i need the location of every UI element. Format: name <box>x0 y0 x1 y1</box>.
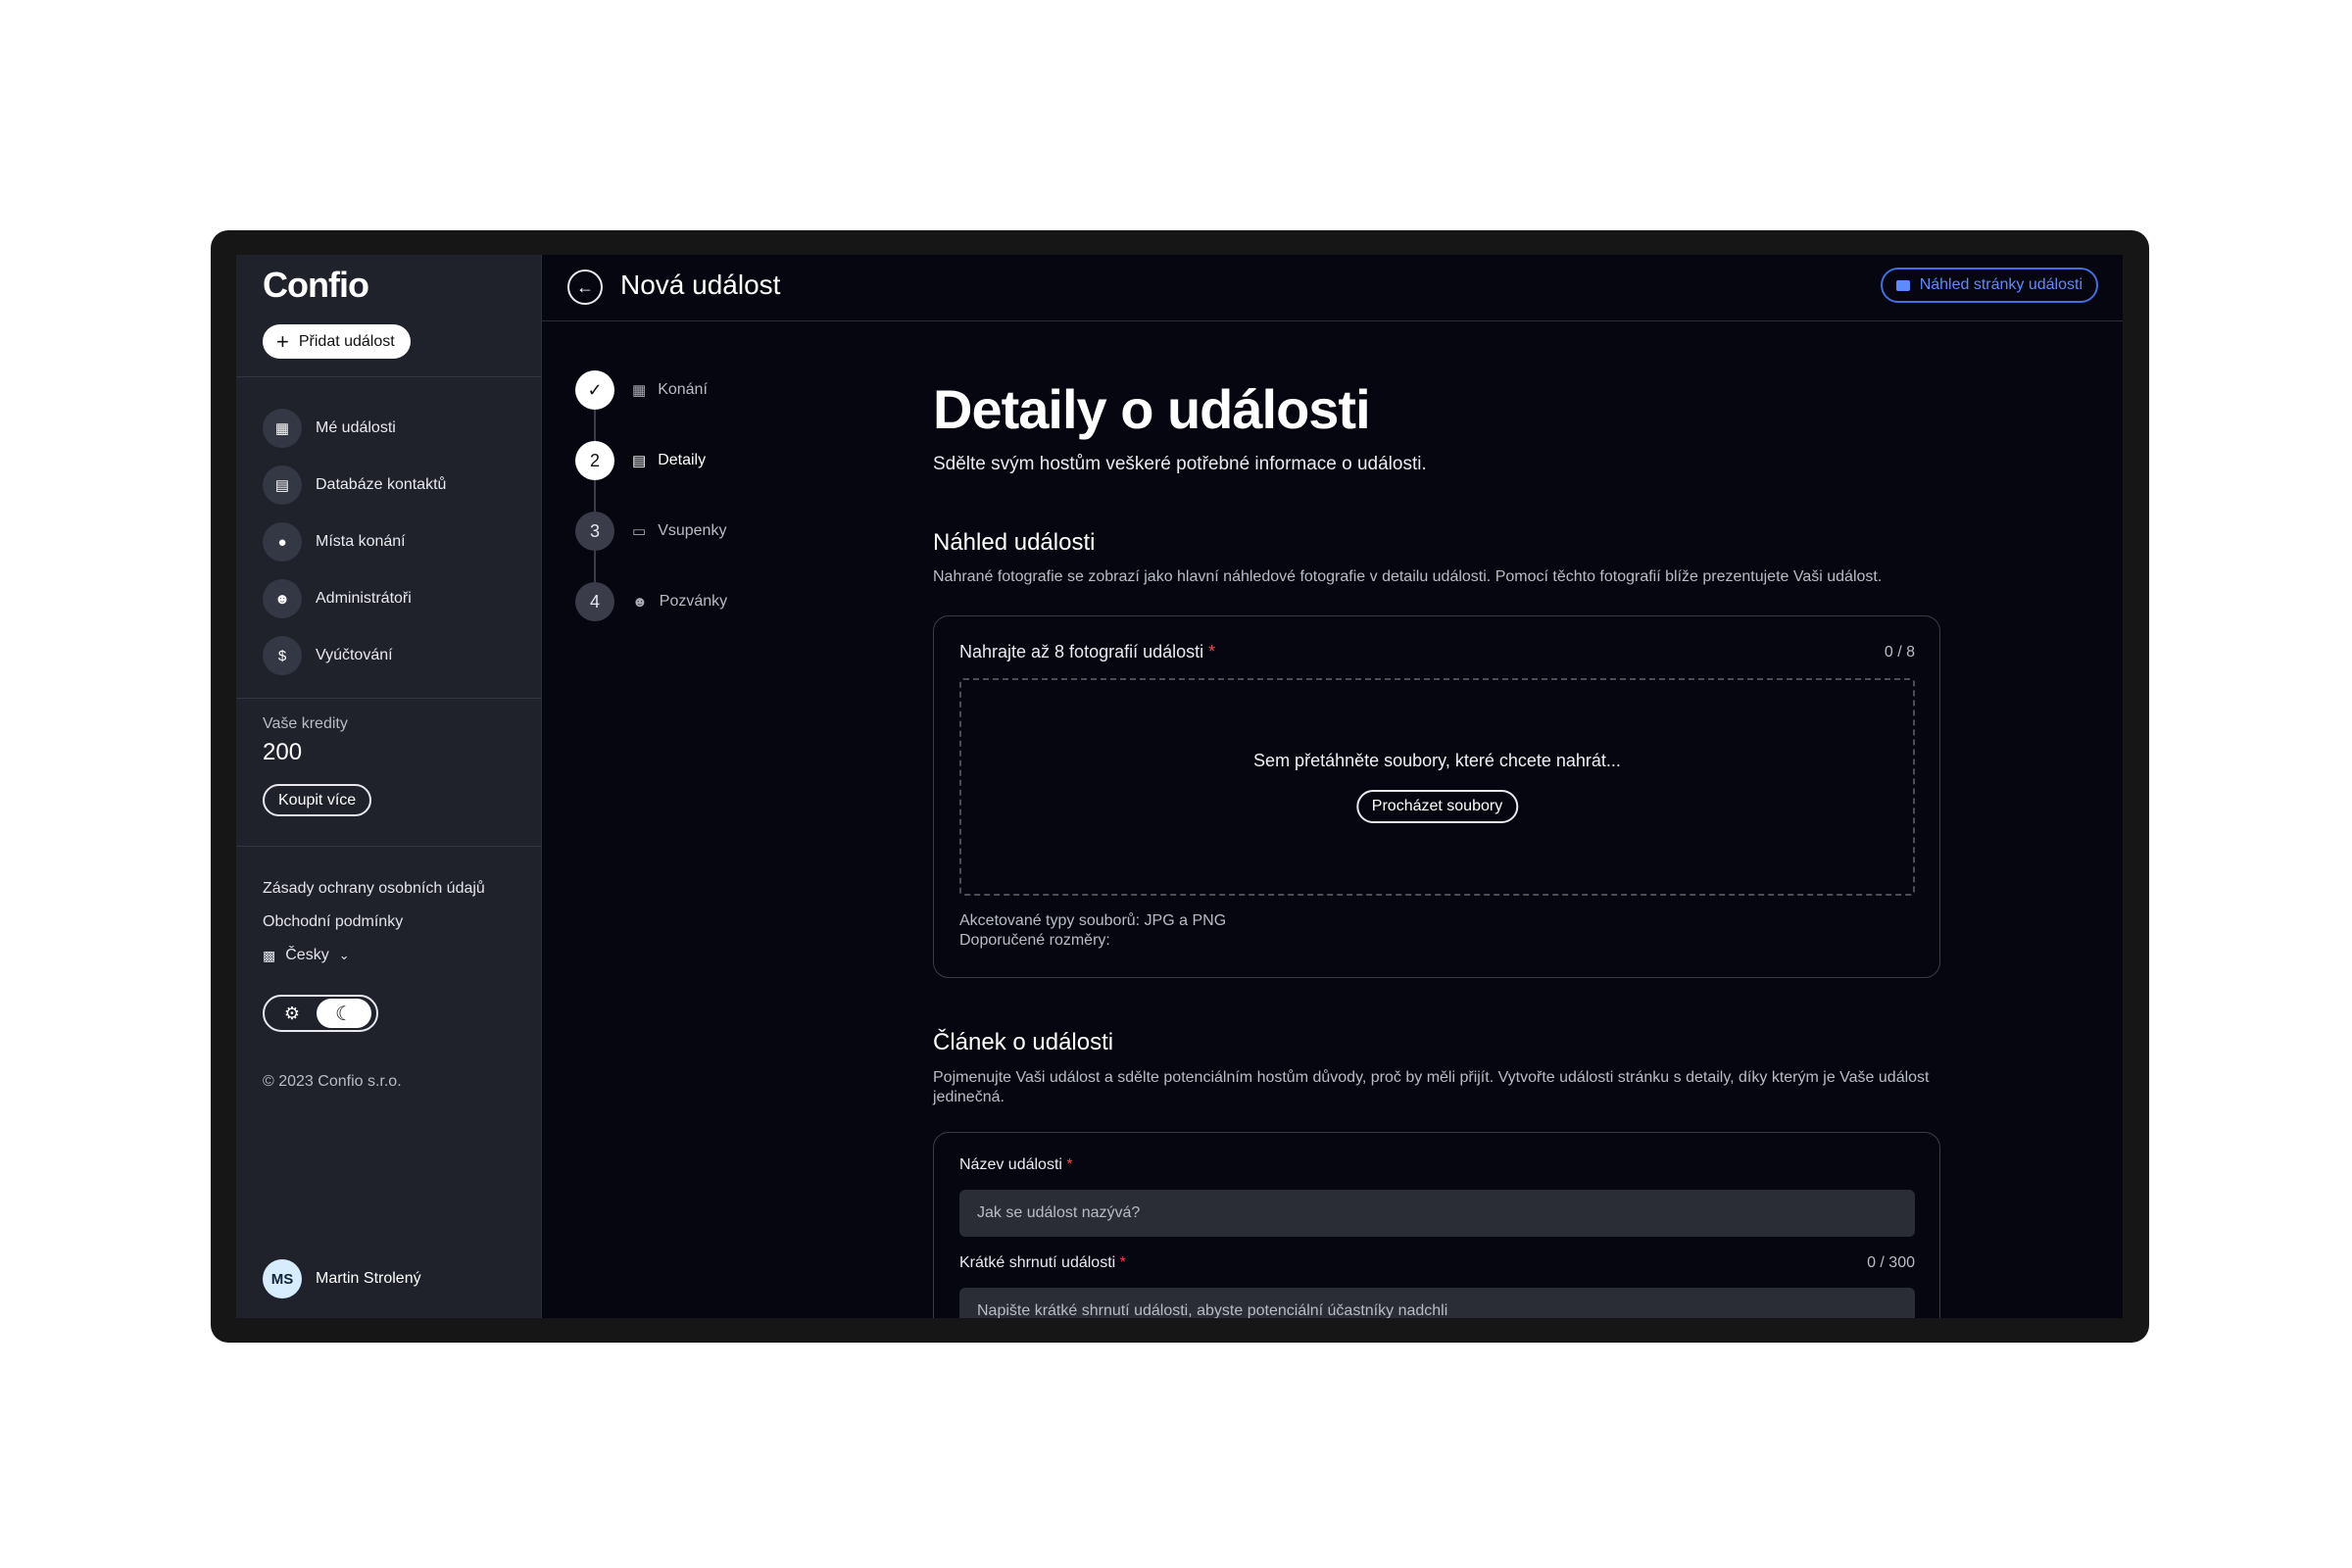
section-heading: Detaily o události <box>933 378 1371 440</box>
moon-icon[interactable]: ☾ <box>317 999 371 1028</box>
theme-toggle[interactable]: ⚙ ☾ <box>263 995 378 1032</box>
ticket-icon: ▭ <box>632 523 647 540</box>
stepper-line <box>594 390 596 602</box>
page-title: Nová událost <box>620 270 781 300</box>
preview-label: Náhled stránky události <box>1919 276 2082 293</box>
summary-counter: 0 / 300 <box>1867 1254 1915 1271</box>
section-lead: Sdělte svým hostům veškeré potřebné info… <box>933 454 1427 474</box>
step-label-text: Konání <box>658 381 708 398</box>
user-name: Martin Strolený <box>316 1270 421 1287</box>
dollar-icon: $ <box>263 636 302 675</box>
avatar: MS <box>263 1259 302 1298</box>
event-name-label: Název události * <box>959 1156 1073 1174</box>
file-dropzone[interactable]: Sem přetáhněte soubory, které chcete nah… <box>959 678 1915 896</box>
credits-value: 200 <box>263 739 303 765</box>
step-label-text: Vsupenky <box>658 522 727 539</box>
app-screen: Confio + Přidat událost ▦ Mé události ▤ … <box>236 255 2123 1318</box>
step-label: ▭ Vsupenky <box>632 522 726 540</box>
step-label-text: Pozvánky <box>659 593 728 610</box>
summary-input[interactable]: Napište krátké shrnutí události, abyste … <box>959 1288 1915 1318</box>
browser-window-icon <box>1895 279 1910 291</box>
sidebar-item-label: Administrátoři <box>316 590 412 607</box>
document-icon: ▤ <box>632 453 647 469</box>
preview-section-title: Náhled události <box>933 529 1096 556</box>
terms-link[interactable]: Obchodní podmínky <box>263 906 485 939</box>
step-venue[interactable]: ✓ ▦ Konání <box>575 355 727 425</box>
stepper: ✓ ▦ Konání 2 ▤ Detaily 3 ▭ Vsupenky 4 ☻ … <box>575 355 727 637</box>
sidebar-links: Zásady ochrany osobních údajů Obchodní p… <box>263 872 485 972</box>
required-mark: * <box>1208 642 1216 662</box>
sidebar: Confio + Přidat událost ▦ Mé události ▤ … <box>236 255 542 1318</box>
contacts-icon: ▤ <box>263 466 302 505</box>
step-tickets[interactable]: 3 ▭ Vsupenky <box>575 496 727 566</box>
main-area: ← Nová událost Náhled stránky události ✓… <box>542 255 2123 1318</box>
upload-counter: 0 / 8 <box>1884 644 1915 661</box>
step-label-text: Detaily <box>658 452 707 468</box>
add-event-label: Přidat událost <box>298 332 395 350</box>
language-selector[interactable]: ▩ Česky ⌄ <box>263 939 485 972</box>
event-name-input[interactable]: Jak se událost nazývá? <box>959 1190 1915 1237</box>
sidebar-nav: ▦ Mé události ▤ Databáze kontaktů ● Míst… <box>263 400 446 684</box>
required-mark: * <box>1119 1254 1126 1271</box>
step-number: 4 <box>575 582 614 621</box>
event-name-label-text: Název události <box>959 1156 1062 1173</box>
article-section-description: Pojmenujte Vaši událost a sdělte potenci… <box>933 1069 1930 1105</box>
copyright: © 2023 Confio s.r.o. <box>263 1073 402 1090</box>
sidebar-divider <box>236 376 541 377</box>
sidebar-item-venues[interactable]: ● Místa konání <box>263 514 446 570</box>
venue-icon: ▦ <box>632 382 647 399</box>
required-mark: * <box>1066 1156 1073 1173</box>
drop-text: Sem přetáhněte soubory, které chcete nah… <box>1253 751 1621 770</box>
step-invitations[interactable]: 4 ☻ Pozvánky <box>575 566 727 637</box>
sidebar-item-label: Místa konání <box>316 533 406 550</box>
step-label: ☻ Pozvánky <box>632 593 727 611</box>
recommended-size: Doporučené rozměry: <box>959 932 1110 949</box>
article-section-title: Článek o události <box>933 1029 1114 1055</box>
check-icon: ✓ <box>575 370 614 410</box>
calendar-icon: ▦ <box>263 409 302 448</box>
step-number: 3 <box>575 512 614 551</box>
summary-label-text: Krátké shrnutí události <box>959 1254 1116 1271</box>
photo-upload-card: Nahrajte až 8 fotografií události * 0 / … <box>933 615 1940 978</box>
top-bar: ← Nová událost Náhled stránky události <box>542 255 2123 321</box>
sidebar-item-label: Vyúčtování <box>316 647 393 663</box>
upload-label-text: Nahrajte až 8 fotografií události <box>959 642 1204 662</box>
buy-more-button[interactable]: Koupit více <box>263 784 372 816</box>
browse-files-button[interactable]: Procházet soubory <box>1355 790 1519 823</box>
summary-label: Krátké shrnutí události * <box>959 1254 1126 1272</box>
page-preview-button[interactable]: Náhled stránky události <box>1880 268 2098 303</box>
sidebar-divider <box>236 698 541 699</box>
credits-label: Vaše kredity <box>263 715 348 732</box>
step-label: ▦ Konání <box>632 381 708 399</box>
sidebar-item-label: Databáze kontaktů <box>316 476 447 493</box>
sidebar-item-my-events[interactable]: ▦ Mé události <box>263 400 446 457</box>
sidebar-item-label: Mé události <box>316 419 396 436</box>
language-label: Česky <box>285 947 329 963</box>
accepted-types: Akcetované typy souborů: JPG a PNG <box>959 912 1227 929</box>
step-label: ▤ Detaily <box>632 452 706 469</box>
preview-section-description: Nahrané fotografie se zobrazí jako hlavn… <box>933 568 1883 585</box>
chevron-down-icon: ⌄ <box>338 948 350 962</box>
back-button[interactable]: ← <box>567 270 603 305</box>
sun-icon[interactable]: ⚙ <box>268 1004 317 1024</box>
upload-label: Nahrajte až 8 fotografií události * <box>959 642 1215 662</box>
sidebar-item-billing[interactable]: $ Vyúčtování <box>263 627 446 684</box>
invite-user-icon: ☻ <box>632 593 648 611</box>
add-event-button[interactable]: + Přidat událost <box>263 324 411 359</box>
article-card: Název události * Jak se událost nazývá? … <box>933 1132 1940 1318</box>
user-profile[interactable]: MS Martin Strolený <box>263 1259 421 1298</box>
flag-icon: ▩ <box>263 948 276 963</box>
app-logo[interactable]: Confio <box>263 265 369 306</box>
admin-user-icon: ☻ <box>263 579 302 618</box>
step-details[interactable]: 2 ▤ Detaily <box>575 425 727 496</box>
plus-icon: + <box>276 328 289 354</box>
sidebar-item-admins[interactable]: ☻ Administrátoři <box>263 570 446 627</box>
location-pin-icon: ● <box>263 522 302 562</box>
sidebar-divider <box>236 846 541 847</box>
sidebar-item-contacts[interactable]: ▤ Databáze kontaktů <box>263 457 446 514</box>
device-frame: Confio + Přidat událost ▦ Mé události ▤ … <box>211 230 2149 1343</box>
arrow-left-icon: ← <box>576 276 594 297</box>
privacy-policy-link[interactable]: Zásady ochrany osobních údajů <box>263 872 485 906</box>
step-number: 2 <box>575 441 614 480</box>
